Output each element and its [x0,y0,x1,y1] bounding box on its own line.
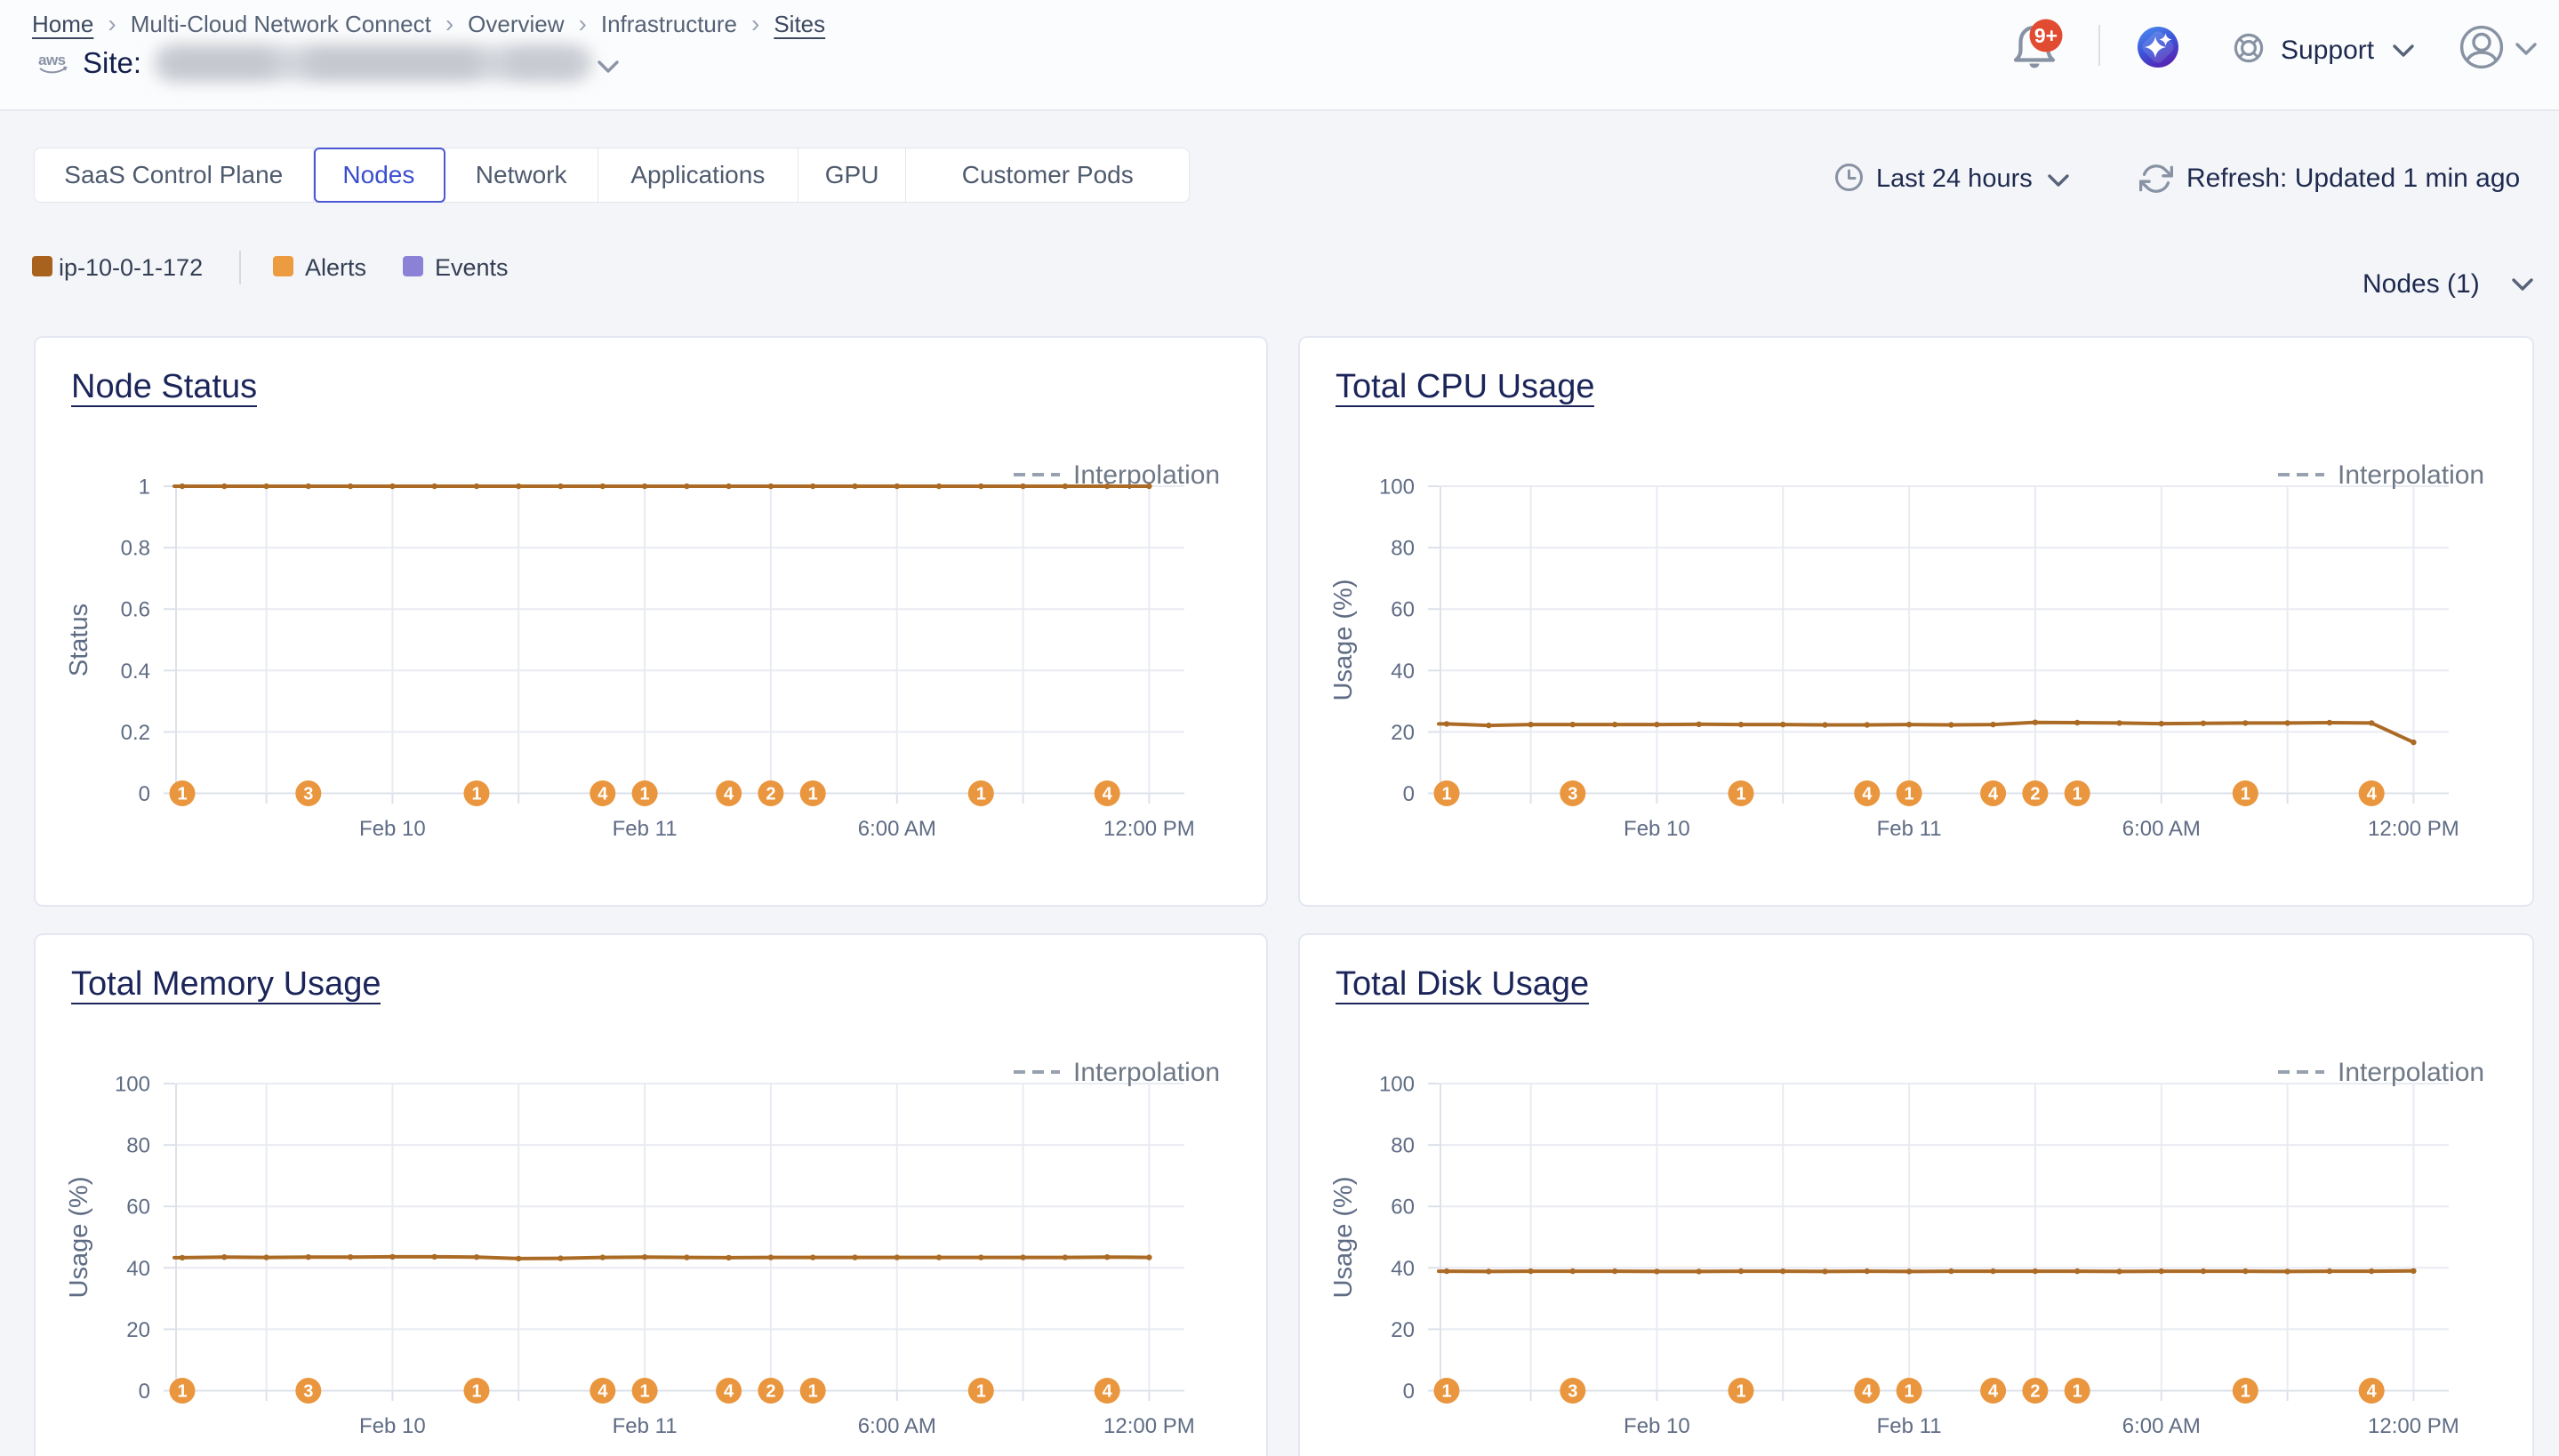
svg-text:Interpolation: Interpolation [1073,1058,1220,1087]
svg-text:80: 80 [1391,537,1415,561]
svg-text:Status: Status [65,604,93,676]
svg-text:12:00 PM: 12:00 PM [2368,817,2459,841]
svg-text:4: 4 [724,785,734,804]
svg-text:1: 1 [2073,785,2082,804]
svg-text:Feb 11: Feb 11 [613,817,678,841]
svg-text:1: 1 [976,1382,986,1402]
svg-text:100: 100 [1379,1073,1415,1097]
svg-text:Interpolation: Interpolation [2338,1058,2484,1087]
svg-text:3: 3 [303,1382,313,1402]
svg-text:Feb 11: Feb 11 [613,1414,678,1438]
svg-text:1: 1 [1441,1382,1451,1402]
svg-text:0: 0 [139,782,150,806]
svg-text:Interpolation: Interpolation [2338,460,2484,490]
svg-text:4: 4 [598,785,608,804]
svg-text:1: 1 [1441,785,1451,804]
svg-text:1: 1 [808,785,818,804]
svg-text:100: 100 [1379,476,1415,500]
svg-text:6:00 AM: 6:00 AM [2122,1414,2201,1438]
svg-text:60: 60 [1391,1196,1415,1220]
svg-text:Feb 10: Feb 10 [1624,1414,1690,1438]
svg-text:1: 1 [640,785,650,804]
svg-text:1: 1 [976,785,986,804]
svg-text:Feb 10: Feb 10 [1624,817,1690,841]
svg-text:60: 60 [1391,598,1415,622]
svg-text:80: 80 [126,1134,150,1158]
svg-text:100: 100 [115,1073,150,1097]
svg-text:0.8: 0.8 [121,537,150,561]
svg-text:20: 20 [1391,721,1415,745]
svg-text:4: 4 [1862,785,1873,804]
svg-text:20: 20 [126,1318,150,1342]
svg-text:4: 4 [724,1382,734,1402]
svg-text:9+: 9+ [2034,24,2058,47]
svg-text:20: 20 [1391,1318,1415,1342]
svg-text:12:00 PM: 12:00 PM [2368,1414,2459,1438]
svg-text:1: 1 [2241,785,2250,804]
svg-text:0: 0 [1403,1380,1415,1404]
svg-text:2: 2 [766,1382,775,1402]
svg-text:0: 0 [1403,782,1415,806]
svg-text:0: 0 [139,1380,150,1404]
svg-text:1: 1 [1736,1382,1745,1402]
svg-text:6:00 AM: 6:00 AM [2122,817,2201,841]
svg-text:60: 60 [126,1196,150,1220]
svg-text:3: 3 [1568,1382,1577,1402]
svg-text:12:00 PM: 12:00 PM [1103,817,1195,841]
svg-text:Feb 10: Feb 10 [359,1414,426,1438]
svg-text:4: 4 [2367,785,2378,804]
svg-text:4: 4 [1103,1382,1113,1402]
svg-text:6:00 AM: 6:00 AM [858,1414,936,1438]
svg-text:4: 4 [1988,785,1999,804]
svg-text:0.4: 0.4 [121,660,150,684]
svg-text:4: 4 [1103,785,1113,804]
svg-text:aws: aws [38,52,66,68]
svg-text:80: 80 [1391,1134,1415,1158]
svg-text:Feb 11: Feb 11 [1877,817,1942,841]
svg-text:4: 4 [2367,1382,2378,1402]
svg-text:3: 3 [1568,785,1577,804]
svg-text:1: 1 [2241,1382,2250,1402]
svg-text:0.2: 0.2 [121,721,150,745]
svg-text:Feb 11: Feb 11 [1877,1414,1942,1438]
svg-text:1: 1 [177,1382,187,1402]
svg-text:2: 2 [766,785,775,804]
svg-text:40: 40 [126,1257,150,1281]
svg-text:Feb 10: Feb 10 [359,817,426,841]
svg-text:2: 2 [2030,785,2040,804]
svg-text:1: 1 [1736,785,1745,804]
svg-text:1: 1 [177,785,187,804]
svg-text:1: 1 [2073,1382,2082,1402]
svg-text:1: 1 [471,1382,481,1402]
svg-text:40: 40 [1391,660,1415,684]
svg-text:1: 1 [1905,785,1914,804]
svg-text:4: 4 [1988,1382,1999,1402]
svg-text:40: 40 [1391,1257,1415,1281]
svg-text:4: 4 [1862,1382,1873,1402]
svg-text:1: 1 [471,785,481,804]
svg-text:1: 1 [808,1382,818,1402]
svg-text:0.6: 0.6 [121,598,150,622]
svg-text:1: 1 [1905,1382,1914,1402]
svg-text:1: 1 [139,476,150,500]
svg-text:4: 4 [598,1382,608,1402]
svg-text:12:00 PM: 12:00 PM [1103,1414,1195,1438]
svg-text:2: 2 [2030,1382,2040,1402]
svg-text:Usage (%): Usage (%) [1329,1177,1358,1299]
svg-text:Usage (%): Usage (%) [65,1177,93,1299]
svg-text:3: 3 [303,785,313,804]
svg-text:Usage (%): Usage (%) [1329,580,1358,701]
svg-text:1: 1 [640,1382,650,1402]
svg-text:6:00 AM: 6:00 AM [858,817,936,841]
